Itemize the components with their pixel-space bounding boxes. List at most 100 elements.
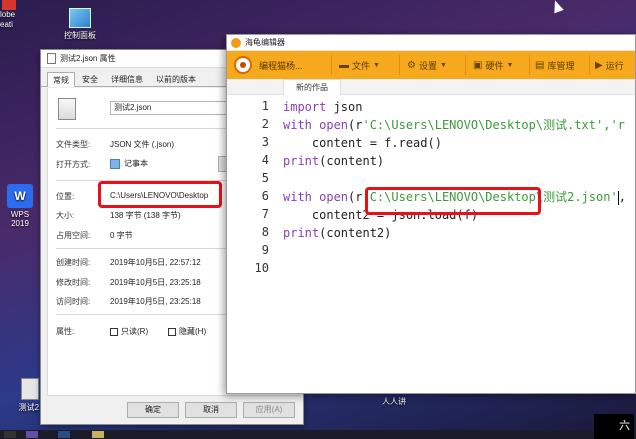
tab-new-work[interactable]: 新的作品 (283, 79, 341, 95)
code-function: open (311, 190, 349, 204)
line-number: 5 (261, 171, 269, 185)
file-menu[interactable]: ▬ 文件 ▼ (339, 51, 380, 79)
taskbar-app[interactable] (26, 431, 38, 438)
hardware-menu[interactable]: ▣ 硬件 ▼ (473, 51, 513, 79)
code-editor[interactable]: import json with open(r'C:\Users\LENOVO\… (283, 95, 635, 393)
code-text: (r (348, 118, 363, 132)
start-button[interactable] (4, 431, 16, 438)
tab-general[interactable]: 常规 (47, 72, 75, 87)
line-number: 8 (261, 225, 269, 239)
file-icon (21, 378, 39, 400)
settings-menu[interactable]: ⚙ 设置 ▼ (407, 51, 447, 79)
line-number: 2 (261, 117, 269, 131)
divider (465, 55, 466, 75)
highlight-box-location (98, 181, 222, 208)
open-with-label: 打开方式: (56, 160, 91, 169)
cancel-button[interactable]: 取消 (185, 402, 237, 418)
chevron-down-icon: ▼ (506, 61, 514, 69)
desktop-icon-adobe[interactable]: lobe eati (0, 0, 30, 30)
user-avatar[interactable] (234, 56, 252, 74)
desktop-icon-label: 人人讲 (382, 397, 406, 406)
disk-size-value: 0 字节 (110, 231, 133, 240)
created-label: 创建时间: (56, 258, 91, 267)
taskbar-app[interactable] (92, 431, 104, 438)
desktop-icon-control-panel[interactable]: 控制面板 (58, 8, 102, 41)
folder-icon: ▬ (339, 59, 349, 71)
open-with-app: 记事本 (110, 158, 148, 169)
control-panel-icon (69, 8, 91, 28)
ok-button[interactable]: 确定 (127, 402, 179, 418)
highlight-box-path (365, 187, 541, 215)
editor-tab-strip: 新的作品 (227, 79, 635, 95)
desktop-icon-wps[interactable]: W WPS 2019 (2, 184, 38, 228)
taskbar-app[interactable] (58, 431, 70, 438)
code-text: , (618, 190, 626, 204)
checkbox-box[interactable] (168, 327, 176, 336)
taskbar (0, 430, 636, 439)
code-function: print (283, 226, 320, 240)
tab-previous-versions[interactable]: 以前的版本 (150, 71, 202, 86)
code-text: (r (348, 190, 363, 204)
code-text: (content) (319, 154, 385, 168)
code-line: content = f.read() (283, 136, 442, 150)
line-number: 9 (261, 243, 269, 257)
line-number: 7 (261, 207, 269, 221)
code-string: 'C:\Users\LENOVO\Desktop\测试.txt' (362, 118, 604, 132)
code-keyword: with (283, 190, 312, 204)
divider (589, 55, 590, 75)
chevron-down-icon: ▼ (373, 61, 380, 69)
location-label: 位置: (56, 192, 75, 201)
desktop-icon-label: lobe (0, 10, 16, 19)
account-menu[interactable]: 编程猫杨... (259, 51, 303, 79)
checkbox-box[interactable] (110, 327, 118, 336)
desktop-icon-label: 控制面板 (64, 31, 96, 40)
divider (529, 55, 530, 75)
desktop-icon-label: eati (0, 20, 13, 29)
code-line: import json (283, 98, 362, 116)
code-line: with open(r'C:\Users\LENOVO\Desktop\测试.t… (283, 116, 625, 134)
apply-button[interactable]: 应用(A) (243, 402, 295, 418)
gear-icon: ⚙ (407, 59, 416, 71)
turtle-app-icon (231, 37, 241, 48)
code-keyword: with (283, 118, 312, 132)
modified-label: 修改时间: (56, 278, 91, 287)
code-text: (content2) (319, 226, 392, 240)
attributes-label: 属性: (56, 327, 75, 336)
code-text: ,'r (603, 118, 625, 132)
code-keyword: import (283, 100, 327, 114)
line-number-gutter: 1 2 3 4 5 6 7 8 9 10 (227, 95, 277, 393)
account-name: 编程猫杨... (259, 60, 303, 71)
settings-menu-label: 设置 (418, 60, 437, 71)
code-text: json (326, 100, 363, 114)
desktop-icon-renren[interactable]: 人人讲 (374, 396, 414, 407)
file-type-value: JSON 文件 (.json) (110, 140, 175, 149)
line-number: 6 (261, 189, 269, 203)
tab-security[interactable]: 安全 (76, 71, 104, 86)
editor-title-bar[interactable]: 海龟编辑器 (227, 35, 635, 51)
open-with-value: 记事本 (124, 159, 148, 168)
run-label: 运行 (605, 60, 624, 71)
file-icon (47, 53, 56, 64)
accessed-label: 访问时间: (56, 297, 91, 306)
properties-button-row: 确定 取消 应用(A) (41, 402, 303, 420)
library-button[interactable]: ▤ 库管理 (535, 51, 574, 79)
file-menu-label: 文件 (352, 60, 371, 71)
size-value: 138 字节 (138 字节) (110, 211, 181, 220)
tab-details[interactable]: 详细信息 (105, 71, 149, 86)
hidden-label: 隐藏(H) (179, 327, 207, 336)
adobe-app-icon (2, 0, 16, 10)
chip-icon: ▣ (473, 59, 483, 71)
file-type-label: 文件类型: (56, 140, 91, 149)
chevron-down-icon: ▼ (439, 61, 447, 69)
editor-title: 海龟编辑器 (245, 38, 285, 47)
hidden-checkbox[interactable]: 隐藏(H) (168, 326, 206, 337)
divider (331, 55, 332, 75)
json-file-icon (58, 98, 76, 120)
line-number: 10 (254, 261, 269, 275)
run-button[interactable]: ▶ 运行 (595, 51, 624, 79)
line-number: 4 (261, 153, 269, 167)
line-number: 1 (261, 99, 269, 113)
code-function: open (311, 118, 349, 132)
properties-title: 测试2.json 属性 (60, 54, 116, 63)
readonly-checkbox[interactable]: 只读(R) (110, 326, 148, 337)
